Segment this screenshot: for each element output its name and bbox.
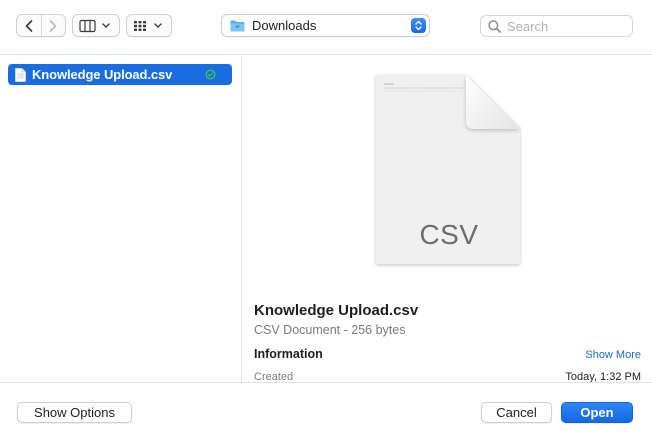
open-button[interactable]: Open — [561, 402, 633, 423]
bottom-bar: Show Options Cancel Open — [0, 382, 652, 440]
chevron-right-icon — [49, 19, 57, 32]
folder-icon — [230, 20, 245, 31]
file-open-dialog: Downloads K — [0, 0, 652, 440]
grid-icon — [134, 20, 162, 31]
preview-file-title: Knowledge Upload.csv — [254, 302, 419, 319]
toolbar: Downloads — [0, 0, 652, 55]
search-input[interactable] — [507, 18, 627, 34]
preview-file-kind: CSV Document - 256 bytes — [254, 323, 406, 337]
preview-pane: CSV Knowledge Upload.csv CSV Document - … — [243, 56, 652, 382]
show-options-button[interactable]: Show Options — [17, 402, 132, 423]
location-label: Downloads — [252, 18, 317, 33]
view-mode-button[interactable] — [72, 14, 120, 37]
file-name: Knowledge Upload.csv — [32, 67, 173, 82]
columns-view-icon — [79, 19, 110, 32]
search-field[interactable] — [480, 15, 633, 37]
list-item[interactable]: Knowledge Upload.csv — [8, 64, 232, 85]
search-icon — [488, 19, 501, 33]
show-more-link[interactable]: Show More — [585, 349, 641, 361]
information-heading: Information — [254, 347, 323, 361]
csv-icon-label: CSV — [419, 219, 479, 250]
document-icon — [15, 67, 26, 82]
created-label: Created — [254, 371, 294, 382]
location-popup[interactable]: Downloads — [221, 14, 430, 37]
cancel-button[interactable]: Cancel — [481, 402, 552, 423]
chevron-left-icon — [25, 19, 33, 32]
popup-chevron-icon — [411, 18, 426, 33]
group-by-button[interactable] — [126, 14, 172, 37]
navigation-buttons — [16, 14, 66, 37]
sync-status-icon — [205, 69, 216, 80]
file-list: Knowledge Upload.csv — [0, 56, 242, 382]
created-value: Today, 1:32 PM — [565, 371, 641, 382]
forward-button[interactable] — [42, 15, 66, 36]
back-button[interactable] — [17, 15, 41, 36]
